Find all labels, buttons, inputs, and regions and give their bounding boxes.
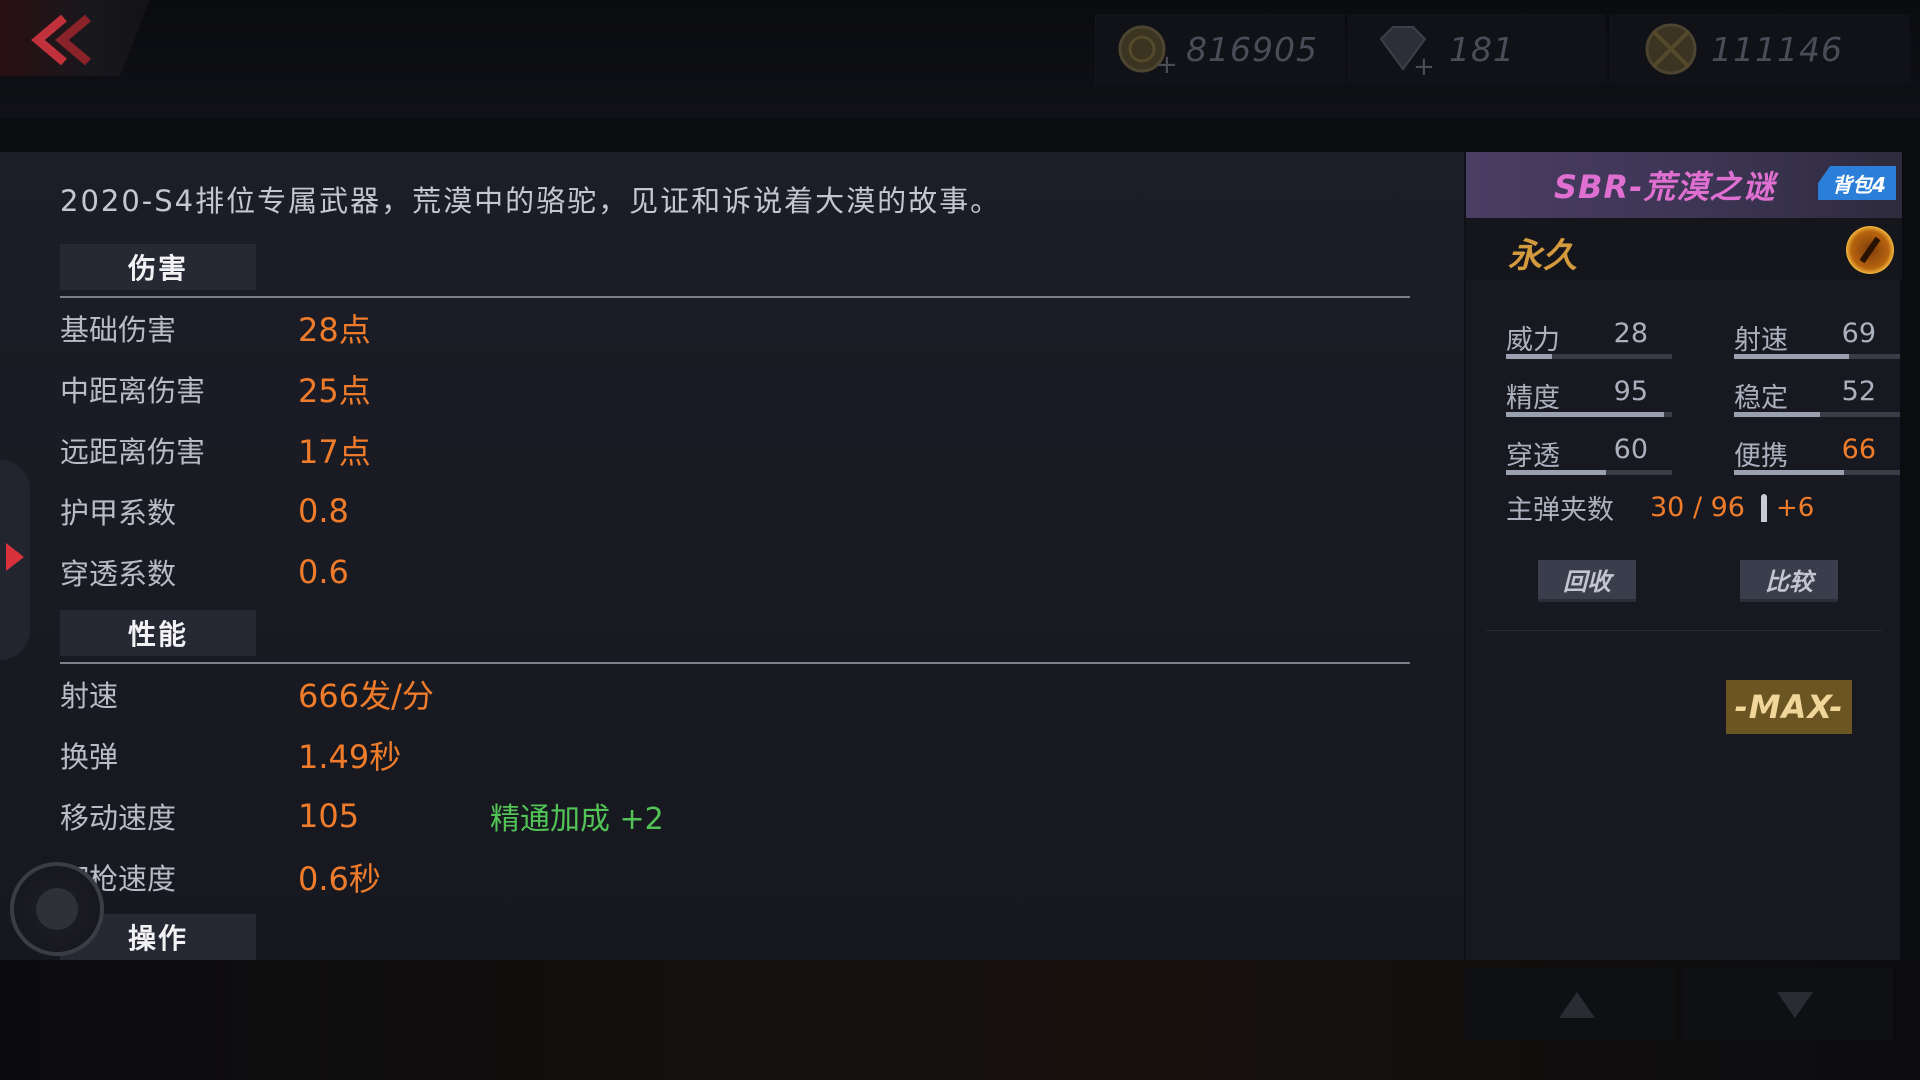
stat-label: 穿透系数 [60, 557, 177, 591]
weapon-stat-label: 穿透 [1506, 441, 1560, 472]
weapon-description: 2020-S4排位专属武器，荒漠中的骆驼，见证和诉说着大漠的故事。 [60, 184, 1002, 218]
magazine-label: 主弹夹数 [1506, 495, 1614, 526]
duration-row: 永久 [1466, 218, 1902, 280]
section-title-performance: 性能 [60, 610, 256, 656]
stat-label: 移动速度 [60, 801, 177, 835]
stat-label: 基础伤害 [60, 313, 177, 347]
stat-value: 25点 [298, 372, 371, 410]
stat-row: 基础伤害 28点 [60, 303, 490, 353]
weapon-stat: 精度 95 [1506, 370, 1672, 426]
gold-coin-icon: + [1118, 25, 1176, 79]
stat-bar-fill [1506, 354, 1553, 359]
weapon-header: SBR-荒漠之谜 背包4 [1466, 152, 1902, 218]
recycle-button[interactable]: 回收 [1538, 560, 1636, 602]
weapon-stat: 便携 66 [1734, 428, 1900, 484]
stat-value: 666发/分 [298, 677, 434, 715]
stat-bar-fill [1734, 412, 1821, 417]
stat-label: 远距离伤害 [60, 435, 206, 469]
weapon-summary-panel: SBR-荒漠之谜 背包4 永久 威力 28 射速 69 精度 95 稳定 52 … [1464, 152, 1902, 960]
svg-text:+: + [1156, 50, 1176, 79]
weapon-stat-value: 66 [1841, 434, 1876, 465]
rank-medal-icon[interactable] [1846, 226, 1894, 274]
stat-value: 28点 [298, 311, 371, 349]
stat-value: 0.6 [298, 553, 349, 591]
stat-value: 0.8 [298, 492, 349, 530]
stat-row: 护甲系数 0.8 [60, 486, 490, 536]
back-button[interactable] [0, 0, 150, 76]
weapon-stat-value: 95 [1613, 376, 1648, 407]
stat-bar [1506, 470, 1672, 475]
weapon-stat-value: 69 [1841, 318, 1876, 349]
diamond-currency[interactable]: + 181 [1348, 14, 1606, 84]
stat-label: 护甲系数 [60, 496, 177, 530]
weapon-stat: 穿透 60 [1506, 428, 1672, 484]
section-title-damage: 伤害 [60, 244, 256, 290]
diamond-value: 181 [1449, 29, 1515, 69]
weapon-stat: 稳定 52 [1734, 370, 1900, 426]
bag-tag-badge: 背包4 [1818, 166, 1896, 200]
stat-row: 远距离伤害 17点 [60, 425, 490, 475]
weapon-stat-value: 28 [1613, 318, 1648, 349]
diamond-icon: + [1379, 26, 1435, 79]
stat-bar [1734, 354, 1900, 359]
stat-bar [1734, 412, 1900, 417]
weapon-stat-label: 精度 [1506, 383, 1560, 414]
stat-row: 移动速度 105 精通加成 +2 [60, 791, 664, 841]
medal-currency[interactable]: 111146 [1610, 14, 1910, 84]
magazine-extra: +6 [1776, 492, 1815, 523]
gold-value: 816905 [1186, 29, 1318, 69]
stat-label: 中距离伤害 [60, 374, 206, 408]
magazine-value: 30 / 96 [1650, 492, 1745, 523]
magazine-row: 主弹夹数 30 / 96 +6 [1506, 488, 1814, 527]
stat-row: 射速 666发/分 [60, 669, 490, 719]
floating-joystick-button[interactable] [10, 862, 104, 956]
stat-bar-fill [1506, 470, 1606, 475]
back-arrow-icon [31, 14, 91, 66]
stat-bar-fill [1734, 354, 1849, 359]
stat-value: 1.49秒 [298, 738, 402, 776]
weapon-stat-label: 便携 [1734, 441, 1788, 472]
stat-bar [1506, 412, 1672, 417]
stat-label: 换弹 [60, 740, 119, 774]
medal-icon [1645, 23, 1697, 75]
medal-value: 111146 [1711, 29, 1843, 69]
stat-value: 105 [298, 797, 360, 835]
stat-bar-fill [1506, 412, 1664, 417]
weapon-stat-value: 52 [1841, 376, 1876, 407]
weapon-stat: 射速 69 [1734, 312, 1900, 368]
section-divider [60, 662, 1410, 664]
expand-arrow-icon[interactable] [6, 543, 24, 571]
svg-text:+: + [1413, 52, 1435, 79]
bullet-icon [1760, 493, 1768, 522]
scroll-up-button[interactable] [1465, 968, 1675, 1040]
mastery-bonus: 精通加成 +2 [490, 802, 664, 837]
stat-row: 穿透系数 0.6 [60, 547, 490, 597]
weapon-name: SBR-荒漠之谜 [1554, 168, 1776, 206]
stat-value: 17点 [298, 433, 371, 471]
weapon-stat-label: 射速 [1734, 325, 1788, 356]
stat-bar [1734, 470, 1900, 475]
stat-row: 中距离伤害 25点 [60, 364, 490, 414]
section-divider [60, 296, 1410, 298]
weapon-stat-value: 60 [1613, 434, 1648, 465]
weapon-stat: 威力 28 [1506, 312, 1672, 368]
duration-label: 永久 [1508, 236, 1578, 276]
stat-bar [1506, 354, 1672, 359]
triangle-down-icon [1777, 992, 1813, 1018]
triangle-up-icon [1559, 992, 1595, 1018]
stat-bar-fill [1734, 470, 1844, 475]
stat-value: 0.6秒 [298, 860, 381, 898]
gold-currency[interactable]: + 816905 [1095, 14, 1345, 84]
stat-row: 切枪速度 0.6秒 [60, 852, 490, 902]
weapon-stat-label: 威力 [1506, 325, 1560, 356]
top-bar: + 816905 + 181 111146 [0, 0, 1920, 118]
panel-divider [1486, 630, 1882, 631]
max-level-badge: -MAX- [1726, 680, 1852, 734]
compare-button[interactable]: 比较 [1740, 560, 1838, 602]
stat-label: 射速 [60, 679, 119, 713]
stat-row: 换弹 1.49秒 [60, 730, 490, 780]
scroll-down-button[interactable] [1683, 968, 1893, 1040]
weapon-stat-label: 稳定 [1734, 383, 1788, 414]
